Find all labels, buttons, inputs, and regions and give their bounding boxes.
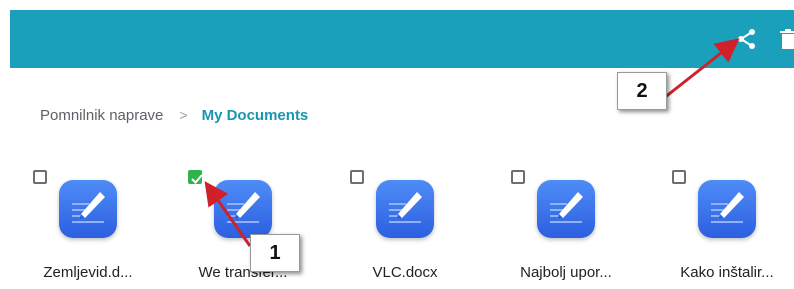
file-tile[interactable]: Najbolj upor... [511,168,661,286]
file-tile[interactable]: Zemljevid.d... [33,168,183,286]
pen-document-icon [376,180,434,238]
file-tile[interactable]: Kako inštalir... [672,168,794,286]
callout-1: 1 [250,234,300,272]
breadcrumb-current[interactable]: My Documents [202,107,309,124]
delete-button[interactable] [776,24,794,54]
breadcrumb: Pomnilnik naprave > My Documents [40,103,308,127]
file-name: VLC.docx [372,264,438,281]
file-checkbox[interactable] [350,170,364,184]
pen-document-icon [214,180,272,238]
pen-document-icon [537,180,595,238]
callout-2: 2 [617,72,667,110]
trash-icon [780,29,794,49]
file-name: Najbolj upor... [520,264,612,281]
pen-document-icon [59,180,117,238]
file-checkbox[interactable] [672,170,686,184]
file-name: Zemljevid.d... [43,264,133,281]
pen-document-icon [698,180,756,238]
file-checkbox-checked[interactable] [188,170,203,184]
file-checkbox[interactable] [511,170,525,184]
file-name: Kako inštalir... [680,264,774,281]
checkmark-icon [191,174,203,184]
breadcrumb-separator: > [179,107,188,123]
share-icon [738,29,755,49]
file-checkbox[interactable] [33,170,47,184]
top-toolbar [10,10,794,68]
share-button[interactable] [732,24,762,54]
file-tile[interactable]: VLC.docx [350,168,500,286]
breadcrumb-root[interactable]: Pomnilnik naprave [40,107,163,124]
